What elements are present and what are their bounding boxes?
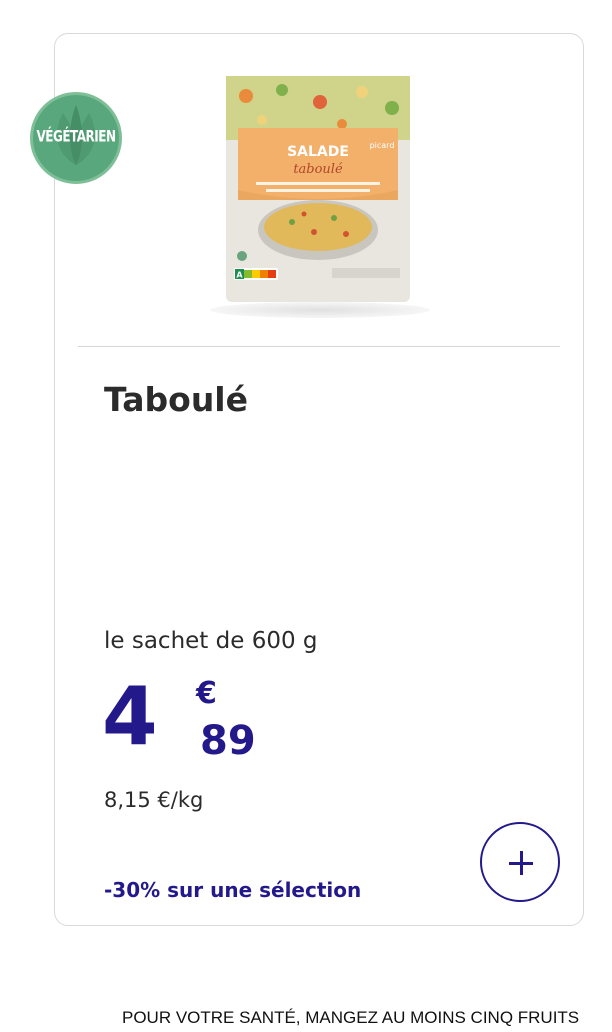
health-banner: POUR VOTRE SANTÉ, MANGEZ AU MOINS CINQ F… bbox=[52, 1000, 612, 1032]
add-to-cart-button[interactable] bbox=[480, 822, 560, 902]
product-title: Taboulé bbox=[104, 380, 249, 419]
nutriscore-label: A bbox=[236, 271, 243, 280]
price-integer: 4 bbox=[102, 670, 158, 763]
price-decimals: 89 bbox=[200, 718, 256, 764]
product-quantity: le sachet de 600 g bbox=[104, 628, 318, 654]
product-image: SALADE taboulé picard A bbox=[222, 72, 414, 310]
package-logo: picard bbox=[370, 141, 395, 150]
package-brand: SALADE bbox=[287, 144, 349, 160]
product-shadow bbox=[210, 302, 430, 318]
health-banner-text: POUR VOTRE SANTÉ, MANGEZ AU MOINS CINQ F… bbox=[122, 1008, 580, 1027]
promo-link[interactable]: -30% sur une sélection bbox=[104, 878, 361, 902]
package-name: taboulé bbox=[293, 162, 343, 177]
divider bbox=[78, 346, 560, 347]
vegetarian-badge: VÉGÉTARIEN bbox=[30, 92, 122, 184]
price-currency: € bbox=[196, 676, 217, 711]
badge-label: VÉGÉTARIEN bbox=[36, 126, 116, 146]
unit-price: 8,15 €/kg bbox=[104, 788, 204, 812]
